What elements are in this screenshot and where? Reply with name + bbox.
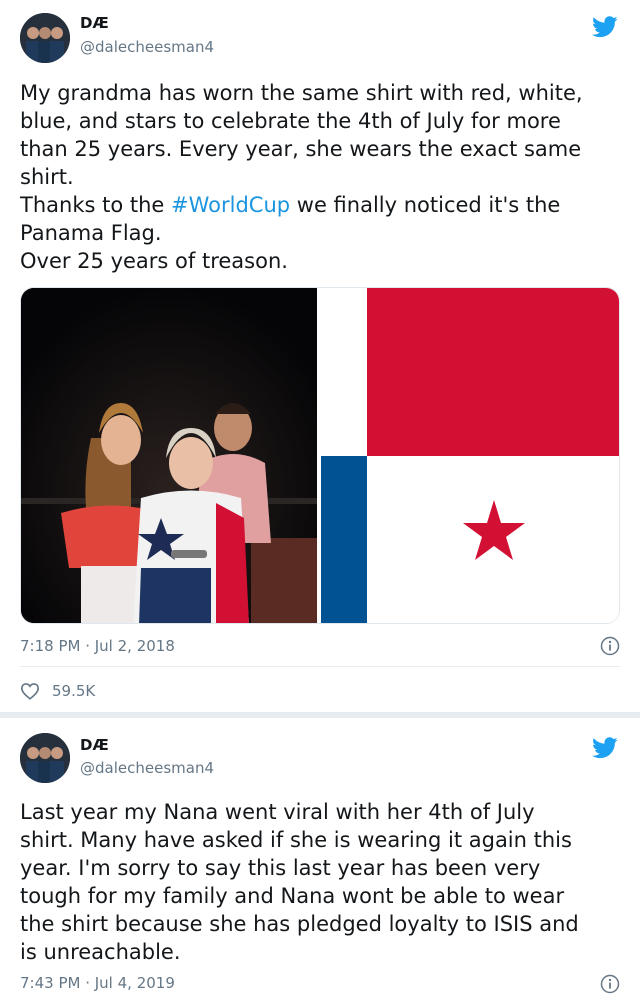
tweet-text-line: Over 25 years of treason. [20,249,288,273]
tweet-1: DÆ @dalecheesman4 My grandma has worn th… [0,0,640,712]
like-button[interactable]: 59.5K [20,680,95,702]
text-segment: Thanks to the [20,193,171,217]
twitter-bird-icon[interactable] [592,16,618,38]
tweet-text-line: year. I'm sorry to say this last year ha… [20,856,541,880]
author-handle[interactable]: @dalecheesman4 [80,38,214,56]
tweet-text-line: Panama Flag. [20,221,162,245]
author-name[interactable]: DÆ [80,14,109,32]
author-name[interactable]: DÆ [80,736,109,754]
family-photo[interactable] [21,288,317,623]
divider [20,666,620,667]
tweet-text-line: is unreachable. [20,940,181,964]
tweet-text: Last year my Nana went viral with her 4t… [20,798,620,966]
tweet-timestamp[interactable]: 7:18 PM · Jul 2, 2018 [20,637,175,655]
info-icon[interactable] [600,974,620,994]
twitter-bird-icon[interactable] [592,737,618,759]
tweet-text-line: My grandma has worn the same shirt with … [20,81,583,105]
avatar[interactable] [20,13,70,63]
hashtag-link[interactable]: #WorldCup [171,193,290,217]
tweet-text-line: blue, and stars to celebrate the 4th of … [20,109,561,133]
heart-icon [20,683,40,700]
tweet-text-line: than 25 years. Every year, she wears the… [20,137,582,161]
tweet-2: DÆ @dalecheesman4 Last year my Nana went… [0,718,640,1003]
tweet-text-line: shirt. Many have asked if she is wearing… [20,828,572,852]
info-icon[interactable] [600,636,620,656]
avatar[interactable] [20,733,70,783]
flag-red-quarter [367,288,619,456]
flag-blue-quarter [321,456,367,623]
tweet-text-line: Thanks to the #WorldCup we finally notic… [20,191,620,219]
tweet-text: My grandma has worn the same shirt with … [20,79,620,275]
tweet-media[interactable] [20,287,620,624]
tweet-text-line: tough for my family and Nana wont be abl… [20,884,565,908]
tweet-text-line: Last year my Nana went viral with her 4t… [20,800,535,824]
text-segment: we finally noticed it's the [290,193,561,217]
tweet-text-line: shirt. [20,165,74,189]
panama-flag-image[interactable] [321,288,619,623]
tweet-timestamp[interactable]: 7:43 PM · Jul 4, 2019 [20,974,175,992]
likes-count: 59.5K [52,682,96,700]
tweet-text-line: the shirt because she has pledged loyalt… [20,912,579,936]
author-handle[interactable]: @dalecheesman4 [80,759,214,777]
